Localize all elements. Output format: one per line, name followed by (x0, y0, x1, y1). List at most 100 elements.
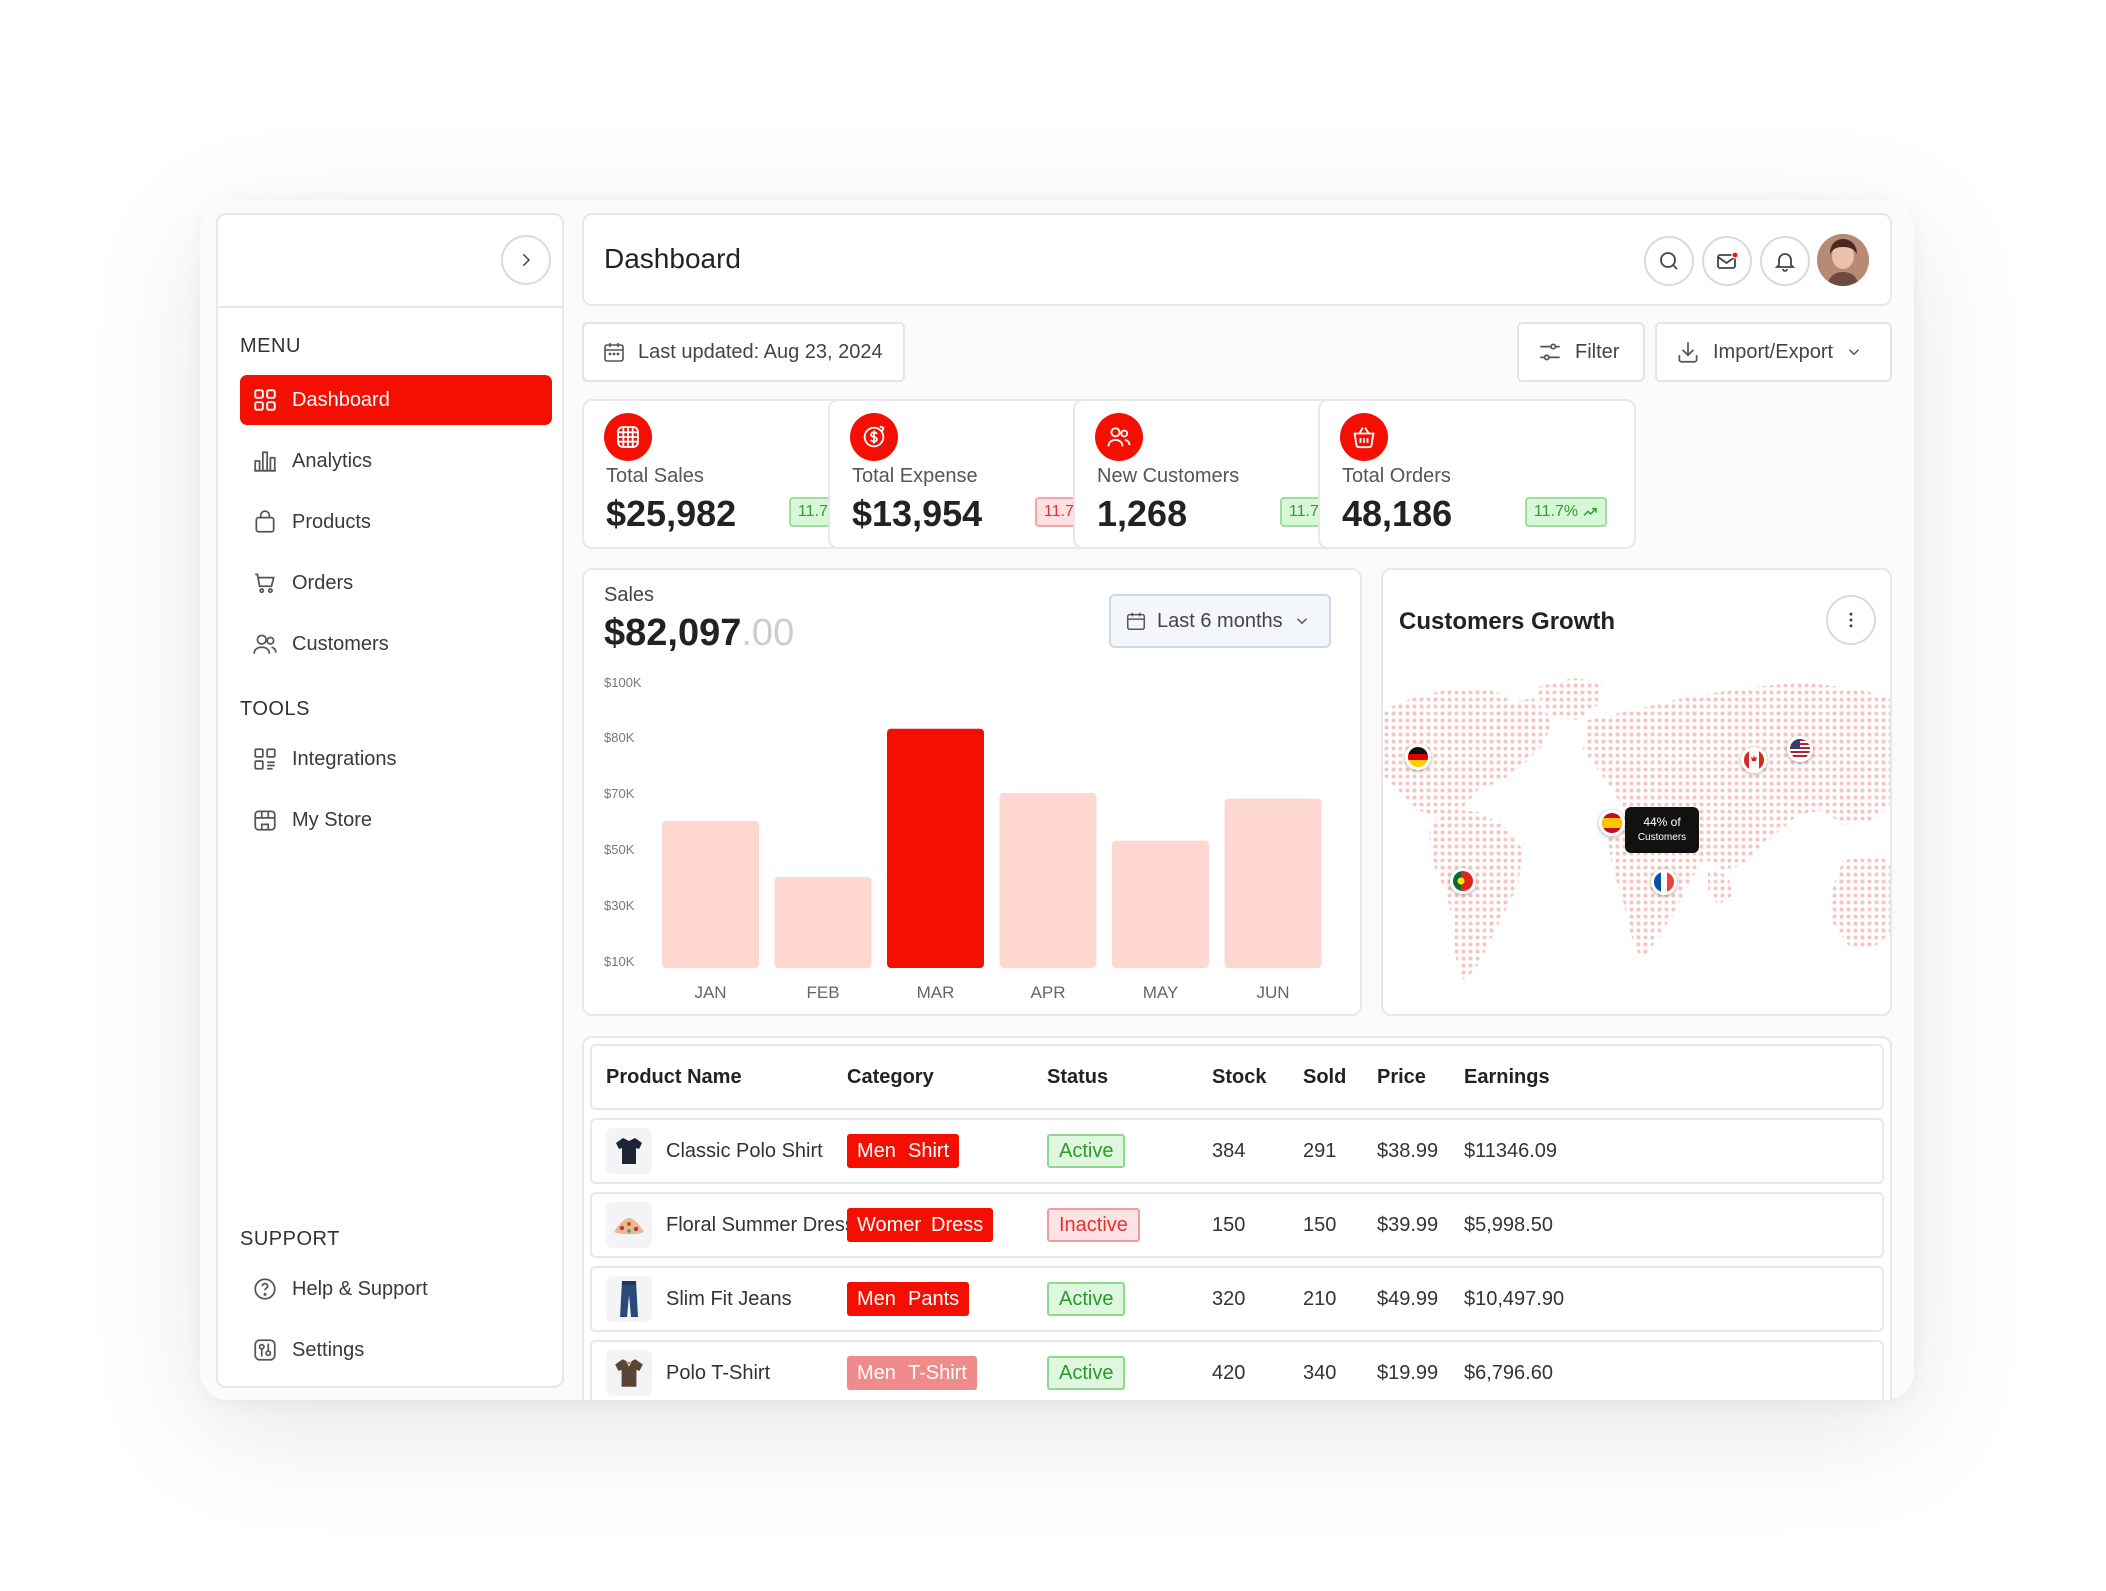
y-tick-label: $50K (604, 842, 635, 857)
sold-value: 210 (1303, 1288, 1337, 1310)
product-name: Classic Polo Shirt (666, 1140, 823, 1162)
stock-value: 384 (1212, 1140, 1246, 1162)
bar-jan[interactable] (662, 821, 759, 968)
stat-icon-circle (850, 413, 898, 461)
import-export-label: Import/Export (1713, 340, 1834, 363)
product-name: Slim Fit Jeans (666, 1288, 792, 1310)
flag-portugal-icon[interactable] (1450, 868, 1476, 894)
menu-section-label: MENU (240, 335, 301, 357)
flag-spain-icon[interactable] (1599, 810, 1625, 836)
page-title: Dashboard (604, 243, 741, 274)
y-tick-label: $80K (604, 730, 635, 745)
sidebar-item-products[interactable]: Products (240, 497, 552, 547)
category-tag: T-Shirt (898, 1356, 977, 1390)
sidebar-item-orders[interactable]: Orders (240, 558, 552, 608)
messages-button[interactable] (1702, 236, 1752, 286)
y-tick-label: $70K (604, 786, 635, 801)
last-updated-text: Last updated: Aug 23, 2024 (638, 340, 883, 363)
table-row[interactable]: Slim Fit Jeans Men Pants Active 320 210 … (590, 1266, 1884, 1332)
sidebar-item-settings[interactable]: Settings (240, 1325, 552, 1375)
status-badge: Active (1047, 1356, 1126, 1390)
trend-percent: 11.7% (1533, 503, 1579, 520)
help-icon (254, 1278, 276, 1300)
x-tick-label: APR (1031, 983, 1066, 1002)
flag-canada-icon[interactable] (1741, 747, 1767, 773)
bell-icon (1774, 253, 1796, 272)
category-tag: Dress (921, 1208, 994, 1242)
sold-value: 150 (1303, 1214, 1337, 1236)
column-header-product-name[interactable]: Product Name (606, 1066, 742, 1089)
table-row[interactable]: Classic Polo Shirt Men Shirt Active 384 … (590, 1118, 1884, 1184)
flag-usa-icon[interactable] (1787, 736, 1813, 762)
import-export-button[interactable]: Import/Export (1655, 322, 1892, 382)
status-badge: Active (1047, 1282, 1126, 1316)
avatar[interactable] (1817, 234, 1869, 286)
product-thumbnail (606, 1202, 652, 1248)
trend-up-icon (1583, 507, 1597, 516)
bar-feb[interactable] (774, 877, 872, 968)
sidebar-item-analytics[interactable]: Analytics (240, 436, 552, 486)
sidebar-item-integrations[interactable]: Integrations (240, 734, 552, 784)
stat-card-total-orders: Total Orders 48,186 11.7% (1318, 399, 1636, 549)
mail-icon (1717, 251, 1739, 269)
column-header-earnings[interactable]: Earnings (1464, 1066, 1550, 1089)
tools-section-label: TOOLS (240, 698, 310, 720)
trend-badge: 11.7% (1525, 497, 1607, 527)
sidebar-item-label: Orders (292, 571, 354, 594)
stat-icon-circle (1340, 413, 1388, 461)
x-tick-label: JAN (694, 983, 726, 1002)
stat-icon-circle (1095, 413, 1143, 461)
search-icon (1660, 252, 1678, 270)
table-header-row: Product Name Category Status Stock Sold … (590, 1044, 1884, 1110)
status-badge: Inactive (1047, 1208, 1140, 1242)
bar-jun[interactable] (1224, 798, 1322, 968)
product-name: Floral Summer Dress (666, 1214, 855, 1236)
column-header-status[interactable]: Status (1047, 1066, 1108, 1089)
column-header-category[interactable]: Category (847, 1066, 934, 1089)
range-dropdown[interactable]: Last 6 months (1109, 594, 1331, 648)
sidebar-item-my-store[interactable]: My Store (240, 795, 552, 845)
range-label: Last 6 months (1157, 609, 1283, 632)
table-row[interactable]: Floral Summer Dress Women Dress Inactive… (590, 1192, 1884, 1258)
table-row[interactable]: Polo T-Shirt Men T-Shirt Active 420 340 … (590, 1340, 1884, 1400)
price-value: $39.99 (1377, 1214, 1439, 1236)
bar-may[interactable] (1112, 840, 1209, 968)
dress-icon (614, 1218, 644, 1235)
bar-apr[interactable] (999, 793, 1097, 968)
sidebar-item-dashboard[interactable]: Dashboard (240, 375, 552, 425)
column-header-sold[interactable]: Sold (1303, 1066, 1346, 1089)
price-value: $19.99 (1377, 1362, 1439, 1384)
notifications-button[interactable] (1760, 236, 1810, 286)
category-tag: Pants (898, 1282, 970, 1316)
sales-bar-chart: $10K $30K $50K $70K $80K $100K JAN FEB MAR APR MAY… (604, 675, 1322, 1002)
bag-icon (255, 510, 275, 533)
calendar-icon (1127, 612, 1145, 630)
stat-label: Total Sales (606, 465, 704, 487)
bar-chart-icon (254, 451, 276, 472)
users-icon (253, 634, 277, 654)
filter-button[interactable]: Filter (1517, 322, 1645, 382)
price-value: $38.99 (1377, 1140, 1439, 1162)
bar-mar[interactable] (887, 728, 984, 968)
expand-sidebar-button[interactable] (501, 235, 551, 285)
sold-value: 340 (1303, 1362, 1337, 1384)
column-header-stock[interactable]: Stock (1212, 1066, 1266, 1089)
sidebar-item-label: Settings (292, 1338, 365, 1361)
products-table: Product Name Category Status Stock Sold … (582, 1036, 1892, 1400)
y-tick-label: $100K (604, 675, 642, 690)
sales-label: Sales (604, 584, 655, 606)
flag-france-icon[interactable] (1651, 869, 1677, 895)
y-tick-label: $10K (604, 954, 635, 969)
earnings-value: $6,796.60 (1464, 1362, 1553, 1384)
t-shirt-icon (615, 1359, 643, 1387)
users-icon (1107, 427, 1131, 447)
sidebar-item-help-support[interactable]: Help & Support (240, 1264, 552, 1314)
sidebar-item-customers[interactable]: Customers (240, 619, 552, 669)
sidebar-item-label: Products (292, 510, 371, 533)
flag-germany-icon[interactable] (1405, 744, 1431, 770)
product-thumbnail (606, 1350, 652, 1396)
column-header-price[interactable]: Price (1377, 1066, 1426, 1089)
sidebar-header (218, 215, 562, 308)
earnings-value: $11346.09 (1464, 1140, 1558, 1162)
search-button[interactable] (1644, 236, 1694, 286)
